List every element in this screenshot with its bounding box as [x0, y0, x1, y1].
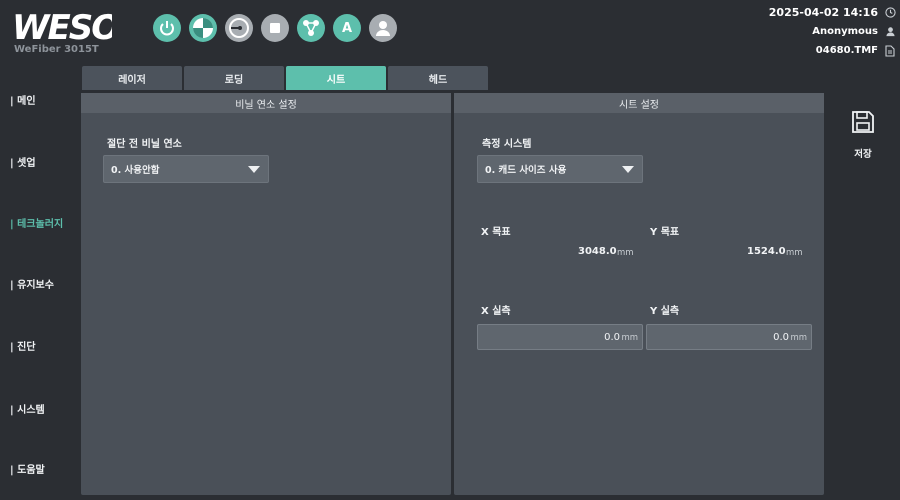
sidebar-nav: | 메인 | 셋업 | 테크놀러지 | 유지보수 | 진단 | 시스템 | 도움… [0, 62, 80, 500]
select-value: 0. 캐드 사이즈 사용 [485, 165, 567, 176]
y-target-value: 1524.0 [747, 246, 786, 257]
power-button[interactable] [153, 14, 181, 42]
y-actual-unit: mm [790, 333, 807, 343]
dropdown-arrow-icon [248, 166, 260, 173]
x-target-label: X 목표 [481, 227, 511, 238]
header: WESO WeFiber 3015T A 2025-04-02 14:16 An… [0, 0, 900, 62]
panel-title: 시트 설정 [454, 93, 824, 113]
weso-logo: WESO [12, 8, 112, 44]
tab-loading[interactable]: 로딩 [184, 66, 284, 90]
y-actual-label: Y 실측 [650, 306, 680, 317]
dropdown-arrow-icon [622, 166, 634, 173]
tab-laser[interactable]: 레이저 [82, 66, 182, 90]
x-target-unit: mm [617, 248, 634, 258]
panel-title: 비닐 연소 설정 [81, 93, 451, 113]
stop-button[interactable] [261, 14, 289, 42]
sidebar-item-label: 도움말 [17, 465, 45, 476]
sidebar-item-label: 셋업 [17, 158, 36, 169]
sidebar-item-technology[interactable]: | 테크놀러지 [10, 215, 63, 230]
origin-button[interactable] [225, 14, 253, 42]
file-row: 04680.TMF [696, 41, 896, 60]
x-target-value: 3048.0 [578, 246, 617, 257]
datetime-text: 2025-04-02 14:16 [768, 6, 878, 19]
y-actual-input[interactable]: 0.0 mm [646, 324, 812, 350]
sidebar-item-label: 시스템 [17, 405, 45, 416]
floppy-disk-icon [852, 111, 874, 133]
auto-button[interactable]: A [333, 14, 361, 42]
nodes-icon [303, 20, 319, 36]
sidebar-item-label: 진단 [17, 342, 36, 353]
datetime-row: 2025-04-02 14:16 [696, 3, 896, 22]
clock-icon [884, 7, 896, 19]
sidebar-item-setup[interactable]: | 셋업 [10, 154, 36, 169]
select-value: 0. 사용안함 [111, 165, 160, 176]
x-actual-unit: mm [621, 333, 638, 343]
stop-icon [270, 23, 280, 33]
file-icon [884, 44, 896, 57]
y-target-unit: mm [786, 248, 803, 258]
x-actual-label: X 실측 [481, 306, 511, 317]
power-icon [160, 21, 174, 36]
letter-a-icon: A [341, 20, 353, 36]
pie-icon [193, 18, 213, 38]
sidebar-item-label: 유지보수 [17, 280, 54, 291]
origin-icon [229, 18, 249, 38]
file-text: 04680.TMF [815, 45, 878, 56]
user-row: Anonymous [696, 22, 896, 41]
machine-model: WeFiber 3015T [14, 44, 99, 55]
toolbar: A [153, 14, 397, 44]
status-info: 2025-04-02 14:16 Anonymous 04680.TMF [696, 3, 896, 60]
sidebar-item-label: 테크놀러지 [17, 219, 64, 230]
sidebar-item-main[interactable]: | 메인 [10, 92, 36, 107]
nodes-button[interactable] [297, 14, 325, 42]
vinyl-burn-select[interactable]: 0. 사용안함 [103, 155, 269, 183]
sidebar-item-diagnostics[interactable]: | 진단 [10, 338, 36, 353]
sidebar-item-system[interactable]: | 시스템 [10, 401, 45, 416]
save-label: 저장 [854, 149, 872, 160]
y-actual-value: 0.0 [773, 332, 789, 343]
measure-system-select[interactable]: 0. 캐드 사이즈 사용 [477, 155, 643, 183]
user-icon [376, 21, 390, 36]
sidebar-item-help[interactable]: | 도움말 [10, 461, 45, 476]
tab-sheet[interactable]: 시트 [286, 66, 386, 90]
sidebar-item-label: 메인 [17, 96, 36, 107]
user-text: Anonymous [812, 26, 878, 37]
sidebar-item-maintenance[interactable]: | 유지보수 [10, 276, 54, 291]
user-icon [884, 26, 896, 38]
save-button[interactable]: 저장 [838, 108, 888, 160]
vinyl-burn-label: 절단 전 비닐 연소 [107, 139, 182, 150]
x-actual-input[interactable]: 0.0 mm [477, 324, 643, 350]
measure-system-label: 측정 시스템 [482, 139, 532, 150]
vinyl-burn-panel: 비닐 연소 설정 절단 전 비닐 연소 0. 사용안함 [81, 93, 451, 495]
y-target-label: Y 목표 [650, 227, 680, 238]
pie-button[interactable] [189, 14, 217, 42]
sheet-settings-panel: 시트 설정 측정 시스템 0. 캐드 사이즈 사용 X 목표 Y 목표 3048… [454, 93, 824, 495]
svg-text:WESO: WESO [12, 8, 112, 44]
tab-head[interactable]: 헤드 [388, 66, 488, 90]
user-button[interactable] [369, 14, 397, 42]
x-actual-value: 0.0 [604, 332, 620, 343]
